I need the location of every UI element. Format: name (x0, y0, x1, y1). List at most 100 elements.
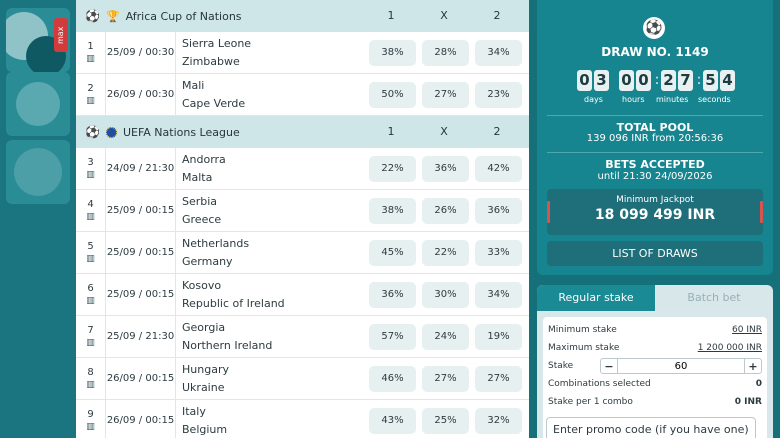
match-number: 8 (87, 367, 94, 378)
match-number: 5 (87, 241, 94, 252)
stats-icon[interactable]: ▥ (86, 296, 95, 306)
sport-rail: max (0, 0, 76, 438)
table-row: 6 ▥ 25/09 / 00:15 Kosovo Republic of Irela… (76, 274, 529, 316)
league-header: ⚽ UEFA Nations League 1 X 2 (76, 116, 529, 148)
home-team: Sierra Leone (182, 37, 252, 50)
odd-2-button[interactable]: 42% (475, 156, 522, 182)
timer-separator: : (654, 72, 660, 88)
football-icon: ⚽ (85, 9, 100, 23)
stats-icon[interactable]: ▥ (86, 338, 95, 348)
table-row: 9 ▥ 26/09 / 00:15 Italy Belgium 43% 25% 32… (76, 400, 529, 438)
stats-icon[interactable]: ▥ (86, 254, 95, 264)
odd-2-button[interactable]: 34% (475, 282, 522, 308)
combinations-label: Combinations selected (548, 379, 651, 389)
stats-icon[interactable]: ▥ (86, 380, 95, 390)
bets-accepted-title: BETS ACCEPTED (605, 158, 705, 171)
min-stake-value[interactable]: 60 INR (732, 325, 762, 335)
odd-x-button[interactable]: 36% (422, 156, 469, 182)
table-row: 2 ▥ 26/09 / 00:30 Mali Cape Verde 50% 27% … (76, 74, 529, 116)
odd-x-button[interactable]: 28% (422, 40, 469, 66)
max-stake-value[interactable]: 1 200 000 INR (698, 343, 762, 353)
days-ones: 3 (594, 70, 609, 91)
match-number: 1 (87, 41, 94, 52)
promo-code-input[interactable] (546, 417, 756, 438)
odd-2-button[interactable]: 19% (475, 324, 522, 350)
draw-panel: ⚽ DRAW NO. 1149 03 00 : 27 : 54 days hou… (537, 0, 773, 275)
col-header-1: 1 (387, 9, 395, 22)
basketball-tile[interactable] (6, 140, 70, 204)
bet-slip: Regular stake Batch bet Minimum stake 60 … (537, 285, 773, 438)
divider (547, 152, 763, 153)
slip-form: Minimum stake 60 INR Maximum stake 1 200 0… (543, 317, 767, 438)
match-time: 26/09 / 00:15 (106, 358, 176, 399)
cricket-tile[interactable] (6, 72, 70, 136)
match-time: 25/09 / 00:15 (106, 232, 176, 273)
jackpot-bar-left (547, 201, 550, 223)
table-row: 1 ▥ 25/09 / 00:30 Sierra Leone Zimbabwe 38… (76, 32, 529, 74)
odd-1-button[interactable]: 57% (369, 324, 416, 350)
match-time: 25/09 / 00:15 (106, 190, 176, 231)
stake-input[interactable] (617, 359, 745, 373)
stats-icon[interactable]: ▥ (86, 96, 95, 106)
divider (547, 115, 763, 116)
table-row: 5 ▥ 25/09 / 00:15 Netherlands Germany 45% … (76, 232, 529, 274)
combinations-value: 0 (755, 379, 762, 389)
odd-1-button[interactable]: 38% (369, 198, 416, 224)
odd-x-button[interactable]: 27% (422, 366, 469, 392)
home-team: Italy (182, 405, 206, 418)
odd-1-button[interactable]: 45% (369, 240, 416, 266)
tab-regular-stake[interactable]: Regular stake (537, 285, 655, 311)
odd-x-button[interactable]: 26% (422, 198, 469, 224)
odd-x-button[interactable]: 30% (422, 282, 469, 308)
odd-1-button[interactable]: 46% (369, 366, 416, 392)
per-combo-value: 0 INR (734, 397, 762, 407)
days-label: days (584, 95, 603, 104)
jackpot-value: 18 099 499 INR (594, 207, 716, 223)
odd-1-button[interactable]: 36% (369, 282, 416, 308)
odd-2-button[interactable]: 23% (475, 82, 522, 108)
match-number: 3 (87, 157, 94, 168)
odd-1-button[interactable]: 50% (369, 82, 416, 108)
odd-1-button[interactable]: 38% (369, 40, 416, 66)
away-team: Ukraine (182, 381, 225, 394)
league-name: UEFA Nations League (122, 125, 240, 139)
match-list: ⚽ 🏆 Africa Cup of Nations 1 X 2 1 ▥ 25/09… (76, 0, 529, 438)
odd-2-button[interactable]: 32% (475, 408, 522, 434)
stats-icon[interactable]: ▥ (86, 54, 95, 64)
stats-icon[interactable]: ▥ (86, 170, 95, 180)
tab-batch-bet[interactable]: Batch bet (655, 285, 773, 311)
minutes-tens: 2 (661, 70, 676, 91)
odd-1-button[interactable]: 43% (369, 408, 416, 434)
odd-2-button[interactable]: 27% (475, 366, 522, 392)
odd-2-button[interactable]: 34% (475, 40, 522, 66)
col-header-x: X (440, 125, 448, 138)
countdown-timer: 03 00 : 27 : 54 (577, 70, 737, 91)
odd-2-button[interactable]: 36% (475, 198, 522, 224)
stats-icon[interactable]: ▥ (86, 212, 95, 222)
match-time: 25/09 / 00:15 (106, 274, 176, 315)
football-icon: ⚽ (643, 17, 665, 39)
odd-x-button[interactable]: 27% (422, 82, 469, 108)
stats-icon[interactable]: ▥ (86, 422, 95, 432)
odd-1-button[interactable]: 22% (369, 156, 416, 182)
home-team: Serbia (182, 195, 218, 208)
hours-tens: 0 (619, 70, 634, 91)
per-combo-label: Stake per 1 combo (548, 397, 633, 407)
odd-x-button[interactable]: 24% (422, 324, 469, 350)
hours-label: hours (622, 95, 645, 104)
odd-2-button[interactable]: 33% (475, 240, 522, 266)
increase-stake-button[interactable]: + (745, 360, 761, 373)
away-team: Greece (182, 213, 222, 226)
stake-label: Stake (548, 361, 574, 371)
match-time: 25/09 / 21:30 (106, 316, 176, 357)
decrease-stake-button[interactable]: − (601, 360, 617, 373)
list-of-draws-button[interactable]: LIST OF DRAWS (547, 241, 763, 266)
max-badge: max (54, 18, 68, 52)
match-number: 9 (87, 409, 94, 420)
total-pool-value: 139 096 INR from 20:56:36 (586, 133, 724, 144)
football-tile[interactable]: max (6, 8, 70, 72)
away-team: Republic of Ireland (182, 297, 285, 310)
odd-x-button[interactable]: 25% (422, 408, 469, 434)
odd-x-button[interactable]: 22% (422, 240, 469, 266)
football-icon: ⚽ (85, 125, 100, 139)
